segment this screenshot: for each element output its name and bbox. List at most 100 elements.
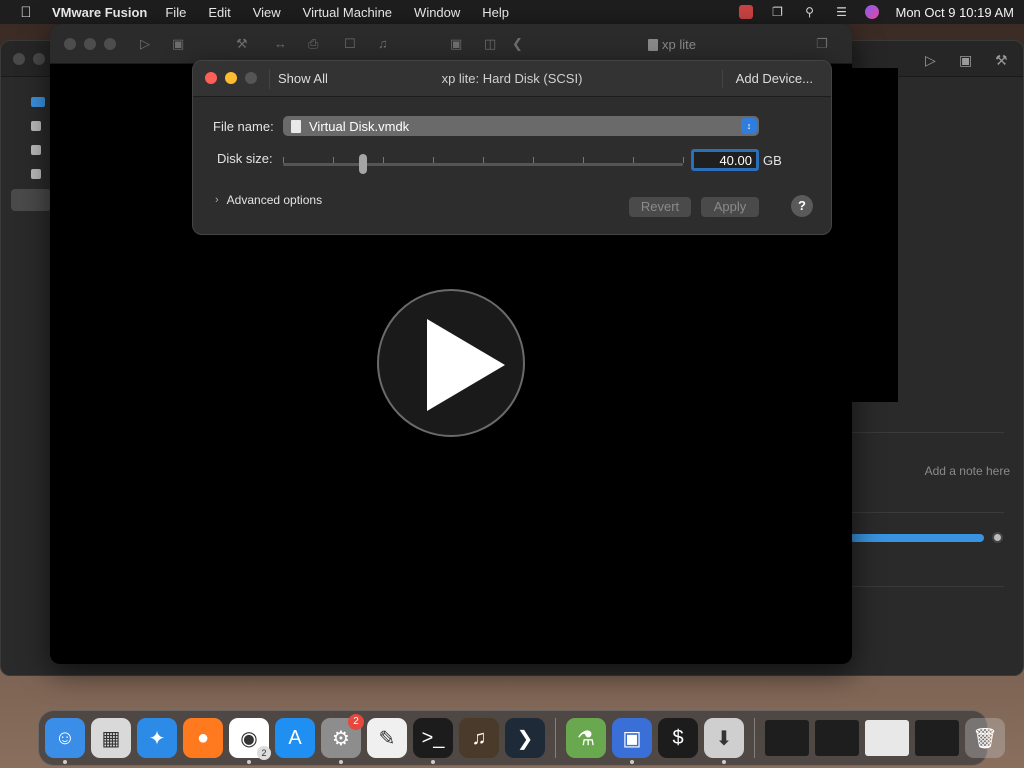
running-indicator bbox=[630, 760, 634, 764]
vm-settings-icon[interactable]: ⚒ bbox=[236, 36, 248, 52]
library-sidebar bbox=[31, 97, 45, 193]
show-all-button[interactable]: Show All bbox=[269, 69, 336, 89]
slider-tick bbox=[283, 157, 284, 163]
sidebar-library-icon[interactable] bbox=[31, 97, 45, 107]
vm-minimize-button[interactable] bbox=[84, 38, 96, 50]
library-minimize-button[interactable] bbox=[33, 53, 45, 65]
library-play-icon[interactable]: ▷ bbox=[925, 52, 936, 69]
safari-icon[interactable]: ✦ bbox=[137, 718, 177, 758]
app-menu[interactable]: VMware Fusion bbox=[52, 5, 147, 20]
vm-usb-icon[interactable]: ▣ bbox=[450, 36, 462, 52]
add-device-button[interactable]: Add Device... bbox=[721, 68, 821, 90]
launchpad-icon[interactable]: ▦ bbox=[91, 718, 131, 758]
vm-shared-folder-icon[interactable]: ◫ bbox=[484, 36, 496, 52]
screen-mirroring-icon[interactable]: ❐ bbox=[769, 5, 785, 19]
revert-button[interactable]: Revert bbox=[629, 197, 691, 217]
minimized-window-thumbnail[interactable] bbox=[915, 720, 959, 756]
disk-size-slider-knob[interactable] bbox=[359, 154, 367, 174]
activity-monitor-icon[interactable]: $ bbox=[658, 718, 698, 758]
advanced-options-toggle[interactable]: › Advanced options bbox=[215, 193, 322, 207]
play-icon bbox=[427, 319, 505, 411]
dialog-zoom-button[interactable] bbox=[245, 72, 257, 84]
disk-size-unit: GB bbox=[763, 153, 782, 168]
file-name-label: File name: bbox=[213, 119, 274, 134]
sidebar-selected-item[interactable] bbox=[11, 189, 51, 211]
vm-play-button[interactable] bbox=[377, 289, 525, 437]
slider-tick bbox=[383, 157, 384, 163]
vm-window-title: xp lite bbox=[648, 37, 696, 52]
dialog-close-button[interactable] bbox=[205, 72, 217, 84]
menu-help[interactable]: Help bbox=[482, 5, 509, 20]
disk-size-label: Disk size: bbox=[217, 151, 273, 166]
sidebar-vm-item[interactable] bbox=[31, 121, 41, 131]
finder-icon[interactable]: ☺ bbox=[45, 718, 85, 764]
help-button[interactable]: ? bbox=[791, 195, 813, 217]
menu-virtual-machine[interactable]: Virtual Machine bbox=[303, 5, 392, 20]
vm-sound-icon[interactable]: ♫ bbox=[378, 36, 388, 51]
apple-menu-icon[interactable]:  bbox=[10, 4, 42, 21]
vm-close-button[interactable] bbox=[64, 38, 76, 50]
apply-button[interactable]: Apply bbox=[701, 197, 759, 217]
dock-separator bbox=[754, 718, 755, 758]
slider-tick bbox=[533, 157, 534, 163]
running-indicator bbox=[63, 760, 67, 764]
vscode-icon[interactable]: ❯ bbox=[505, 718, 545, 758]
slider-tick bbox=[633, 157, 634, 163]
vm-network-icon[interactable]: ↔ bbox=[274, 36, 287, 51]
search-icon[interactable]: ⚲ bbox=[801, 5, 817, 19]
app-store-icon[interactable]: A bbox=[275, 718, 315, 758]
menu-window[interactable]: Window bbox=[414, 5, 460, 20]
vm-zoom-button[interactable] bbox=[104, 38, 116, 50]
vm-title-text: xp lite bbox=[662, 37, 696, 52]
control-center-icon[interactable]: ☰ bbox=[833, 5, 849, 19]
divider bbox=[850, 432, 1004, 433]
slider-tick bbox=[583, 157, 584, 163]
chrome-icon[interactable]: ◉ 2 bbox=[229, 718, 271, 764]
terminal-icon[interactable]: >_ bbox=[413, 718, 453, 764]
file-name-select[interactable]: Virtual Disk.vmdk ↕ bbox=[283, 116, 759, 136]
menu-edit[interactable]: Edit bbox=[208, 5, 230, 20]
divider bbox=[850, 586, 1004, 587]
vmware-status-icon[interactable] bbox=[739, 5, 754, 19]
notification-badge: 2 bbox=[348, 714, 364, 730]
sidebar-vm-item[interactable] bbox=[31, 169, 41, 179]
running-indicator bbox=[722, 760, 726, 764]
lab-flask-icon[interactable]: ⚗ bbox=[566, 718, 606, 758]
library-settings-icon[interactable]: ⚒ bbox=[995, 52, 1008, 69]
advanced-options-label: Advanced options bbox=[226, 193, 323, 207]
vmware-fusion-icon[interactable]: ▣ bbox=[612, 718, 652, 764]
vm-play-icon[interactable]: ▷ bbox=[140, 36, 150, 52]
system-settings-icon[interactable]: ⚙ 2 bbox=[321, 714, 364, 764]
siri-icon[interactable] bbox=[865, 5, 880, 19]
minimized-window-thumbnail[interactable] bbox=[765, 720, 809, 756]
menu-view[interactable]: View bbox=[253, 5, 281, 20]
hard-disk-settings-dialog: Show All xp lite: Hard Disk (SCSI) Add D… bbox=[192, 60, 832, 235]
notes-field[interactable]: Add a note here bbox=[880, 464, 1010, 478]
disk-size-input[interactable] bbox=[691, 149, 759, 171]
disk-size-slider[interactable] bbox=[283, 163, 683, 166]
dialog-minimize-button[interactable] bbox=[225, 72, 237, 84]
library-close-button[interactable] bbox=[13, 53, 25, 65]
vm-titlebar: ▷ ▣ ⚒ ↔ ⎙ ☐ ♫ ▣ ◫ ❮ xp lite ❐ bbox=[50, 24, 852, 64]
file-name-value: Virtual Disk.vmdk bbox=[309, 118, 410, 134]
vm-snapshot-icon[interactable]: ▣ bbox=[172, 36, 184, 52]
trash-icon[interactable]: 🗑 bbox=[965, 718, 1005, 758]
textedit-icon[interactable]: ✎ bbox=[367, 718, 407, 758]
slider-tick bbox=[333, 157, 334, 163]
disk-usage-info-icon[interactable] bbox=[992, 532, 1003, 543]
sidebar-vm-item[interactable] bbox=[31, 145, 41, 155]
minimized-window-thumbnail[interactable] bbox=[815, 720, 859, 756]
vm-printer-icon[interactable]: ⎙ bbox=[308, 36, 318, 52]
vm-fullscreen-icon[interactable]: ❐ bbox=[816, 36, 828, 52]
disk-usage-bar bbox=[850, 534, 984, 542]
garageband-icon[interactable]: ♫ bbox=[459, 718, 499, 758]
vm-back-chevron-icon[interactable]: ❮ bbox=[512, 36, 523, 52]
menubar-clock[interactable]: Mon Oct 9 10:19 AM bbox=[895, 5, 1014, 20]
firefox-icon[interactable]: ● bbox=[183, 718, 223, 758]
minimized-window-thumbnail[interactable] bbox=[865, 720, 909, 756]
vm-lock-icon[interactable]: ☐ bbox=[344, 36, 356, 52]
downloads-icon[interactable]: ⬇ bbox=[704, 718, 744, 764]
library-snapshot-icon[interactable]: ▣ bbox=[959, 52, 972, 69]
menu-file[interactable]: File bbox=[165, 5, 186, 20]
dock: ☺ ▦ ✦ ● ◉ 2 A ⚙ 2 ✎ >_ ♫ ❯ ⚗ ▣ $ ⬇ 🗑 bbox=[38, 710, 1005, 766]
